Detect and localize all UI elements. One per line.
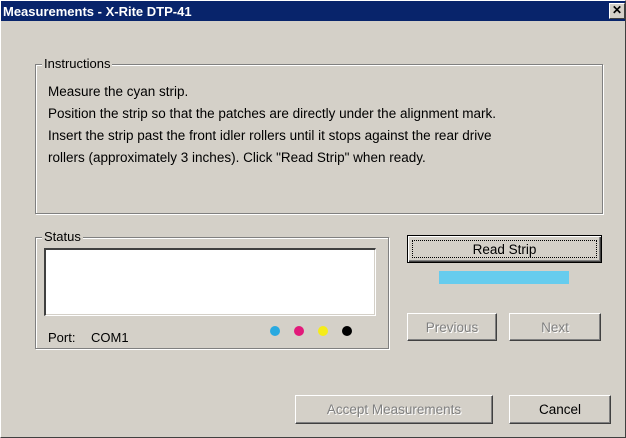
instruction-line: Measure the cyan strip. (48, 84, 189, 99)
magenta-indicator-icon (294, 326, 304, 336)
instruction-line: Position the strip so that the patches a… (48, 106, 496, 121)
progress-bar (439, 271, 569, 284)
accept-measurements-button[interactable]: Accept Measurements (295, 395, 493, 424)
status-label: Status (42, 229, 83, 244)
measurements-dialog: Measurements - X-Rite DTP-41 ✕ Instructi… (0, 0, 626, 438)
read-strip-button[interactable]: Read Strip (407, 235, 602, 263)
close-icon: ✕ (611, 3, 623, 17)
previous-button[interactable]: Previous (407, 313, 497, 341)
instructions-group: Instructions Measure the cyan strip. Pos… (35, 56, 603, 214)
cyan-indicator-icon (270, 326, 280, 336)
instruction-line: Insert the strip past the front idler ro… (48, 128, 492, 143)
previous-label: Previous (425, 319, 479, 335)
read-strip-label: Read Strip (472, 241, 537, 257)
black-indicator-icon (342, 326, 352, 336)
title-bar[interactable]: Measurements - X-Rite DTP-41 ✕ (1, 1, 625, 21)
port-value: COM1 (91, 330, 129, 345)
status-group: Status Port: COM1 (35, 229, 389, 349)
status-text-area[interactable] (44, 248, 376, 316)
instructions-label: Instructions (42, 56, 113, 71)
next-label: Next (541, 319, 569, 335)
cancel-button[interactable]: Cancel (509, 395, 611, 424)
port-label: Port: (48, 330, 76, 345)
next-button[interactable]: Next (509, 313, 601, 341)
window-title: Measurements - X-Rite DTP-41 (3, 4, 192, 19)
yellow-indicator-icon (318, 326, 328, 336)
accept-label: Accept Measurements (326, 402, 462, 417)
close-button[interactable]: ✕ (609, 3, 625, 19)
cancel-label: Cancel (538, 402, 582, 417)
instruction-line: rollers (approximately 3 inches). Click … (48, 150, 426, 165)
